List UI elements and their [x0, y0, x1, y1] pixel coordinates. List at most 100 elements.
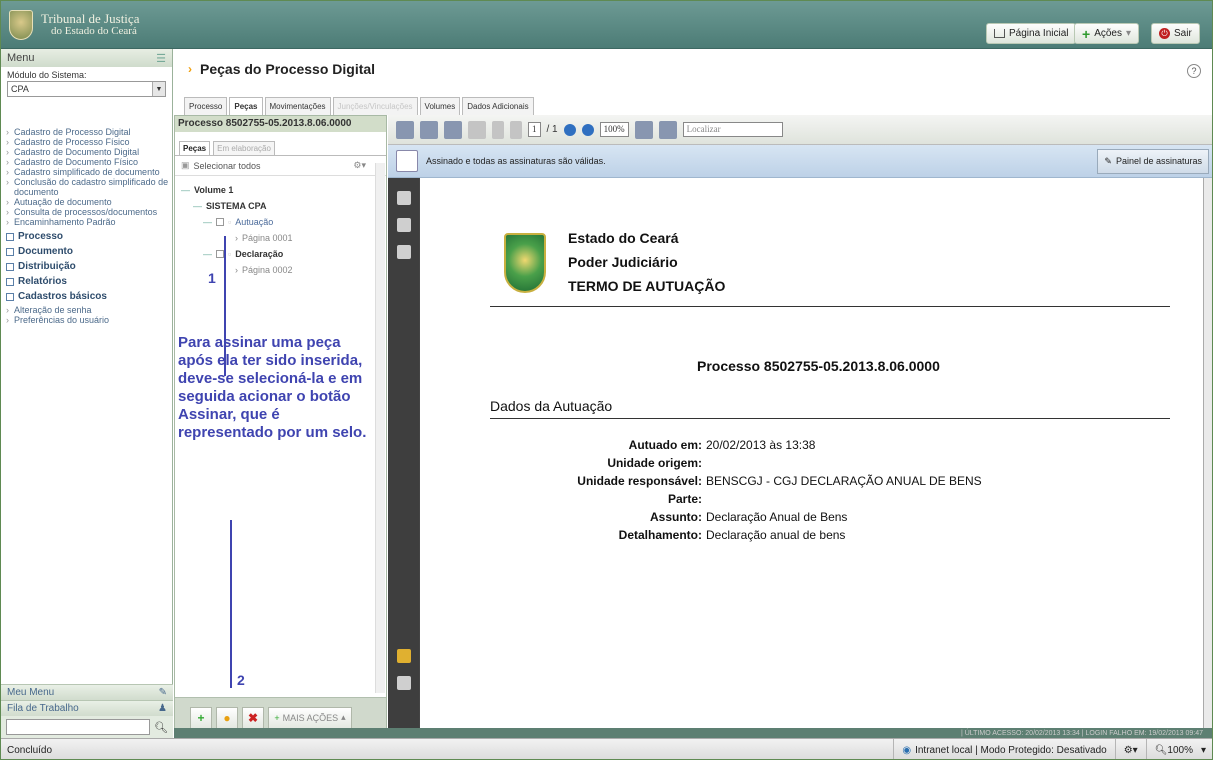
page-label: Página 0001 — [242, 233, 293, 243]
field-value: Declaração Anual de Bens — [706, 510, 848, 524]
signature-status: Assinado e todas as assinaturas são váli… — [426, 156, 606, 166]
ceara-crest-icon — [504, 233, 546, 293]
arrow-down-icon[interactable] — [510, 120, 522, 139]
comment-icon[interactable] — [396, 649, 411, 663]
sidebar-menu-header[interactable]: Menu ☰ — [1, 49, 172, 67]
sidebar-link[interactable]: Autuação de documento — [6, 197, 172, 207]
menu-label: Menu — [7, 52, 35, 64]
tree-doc-declaracao[interactable]: — ▫ Declaração — [181, 246, 380, 262]
sign-button[interactable]: ● — [216, 706, 238, 729]
square-icon — [6, 247, 14, 256]
my-menu-bar[interactable]: Meu Menu ✎ — [1, 684, 173, 700]
signature-panel-button[interactable]: ✎ Painel de assinaturas — [1097, 148, 1209, 174]
field-label: Unidade responsável: — [577, 474, 702, 488]
doc-icon: ▫ — [228, 249, 232, 259]
tab-pecas-list[interactable]: Peças — [179, 141, 211, 155]
field-row: Unidade responsável: BENSCGJ - CGJ DECLAR… — [490, 474, 990, 491]
work-queue-bar[interactable]: Fila de Trabalho ♟ — [1, 700, 173, 716]
zoom-level[interactable]: 🔍︎ 100% ▾ — [1145, 739, 1212, 759]
sidebar-group-documento[interactable]: Documento — [6, 246, 172, 257]
zoom-select[interactable]: 100% — [599, 122, 629, 137]
module-select[interactable]: CPA ▼ — [7, 81, 166, 97]
status-tools[interactable]: ⚙▾ — [1114, 739, 1146, 759]
tree-page-0001[interactable]: › Página 0001 — [181, 230, 380, 246]
find-input[interactable]: Localizar — [682, 122, 783, 137]
tab-dados-adicionais[interactable]: Dados Adicionais — [462, 97, 534, 115]
sidebar-link[interactable]: Cadastro de Documento Digital — [6, 147, 172, 157]
seal-icon: ● — [223, 710, 231, 725]
tree-doc-autuacao[interactable]: — ▫ Autuação — [181, 214, 380, 230]
pdf-scrollbar[interactable] — [1203, 178, 1212, 738]
exit-button[interactable]: ⏻ Sair — [1151, 23, 1200, 44]
chevron-down-icon[interactable]: ▼ — [152, 82, 165, 96]
gear-icon[interactable]: ⚙▾ — [353, 160, 366, 171]
select-all-row[interactable]: ▣ Selecionar todos ⚙▾ — [175, 156, 386, 176]
tree-volume[interactable]: — Volume 1 — [181, 182, 380, 198]
sidebar-search: 🔍︎ — [1, 716, 173, 738]
attachment-icon[interactable] — [396, 676, 411, 690]
sidebar-group-distribuicao[interactable]: Distribuição — [6, 261, 172, 272]
security-zone[interactable]: ◉ Intranet local | Modo Protegido: Desati… — [893, 739, 1114, 759]
share-icon[interactable] — [444, 120, 462, 139]
tjce-logo[interactable]: Tribunal de Justiça do Estado do Ceará — [9, 7, 174, 43]
tab-movimentacoes[interactable]: Movimentações — [264, 97, 331, 115]
module-label: Módulo do Sistema: — [7, 70, 87, 80]
sidebar-link[interactable]: Consulta de processos/documentos — [6, 207, 172, 217]
sidebar-link[interactable]: Cadastro de Processo Físico — [6, 137, 172, 147]
collapse-icon[interactable]: — — [181, 185, 190, 195]
checkbox[interactable] — [216, 250, 224, 258]
group-label: Cadastros básicos — [18, 291, 107, 302]
globe-icon: ◉ — [902, 744, 912, 756]
more-actions-button[interactable]: + MAIS AÇÕES ▴ — [268, 706, 352, 729]
binoculars-icon[interactable] — [396, 218, 411, 232]
sidebar-link[interactable]: Cadastro simplificado de documento — [6, 167, 172, 177]
collapse-icon[interactable]: — — [203, 217, 212, 227]
save-icon[interactable] — [420, 120, 438, 139]
page-title: › Peças do Processo Digital — [174, 49, 1212, 89]
pages-icon[interactable] — [396, 191, 411, 205]
field-row: Parte: — [490, 492, 990, 509]
home-button[interactable]: Página Inicial — [986, 23, 1077, 44]
page-input[interactable]: 1 — [528, 122, 541, 137]
tab-volumes[interactable]: Volumes — [419, 97, 461, 115]
delete-button[interactable]: ✖ — [242, 706, 264, 729]
zoom-out-icon[interactable] — [563, 123, 576, 136]
signature-panel-icon[interactable] — [396, 245, 411, 259]
arrow-up-icon[interactable] — [492, 120, 504, 139]
print-icon[interactable] — [396, 120, 414, 139]
square-icon — [6, 232, 14, 241]
sidebar-link[interactable]: Alteração de senha — [6, 305, 172, 315]
checkbox[interactable] — [216, 218, 224, 226]
zoom-in-icon[interactable] — [581, 123, 594, 136]
collapse-icon[interactable]: — — [193, 201, 202, 211]
fit-width-icon[interactable] — [658, 120, 677, 139]
chevron-down-icon: ▾ — [1200, 744, 1206, 756]
sidebar: Menu ☰ Módulo do Sistema: CPA ▼ Cadastro… — [1, 49, 173, 738]
field-value: BENSCGJ - CGJ DECLARAÇÃO ANUAL DE BENS — [706, 474, 982, 488]
tree-system[interactable]: — SISTEMA CPA — [181, 198, 380, 214]
access-bar: | ÚLTIMO ACESSO: 20/02/2013 13:34 | LOGI… — [174, 728, 1212, 738]
fit-page-icon[interactable] — [634, 120, 653, 139]
sidebar-link[interactable]: Conclusão do cadastro simplificado de do… — [6, 177, 172, 197]
sidebar-link[interactable]: Cadastro de Processo Digital — [6, 127, 172, 137]
collapse-icon[interactable]: — — [203, 249, 212, 259]
search-icon[interactable]: 🔍︎ — [154, 721, 168, 734]
tab-pecas[interactable]: Peças — [229, 97, 263, 115]
sidebar-group-processo[interactable]: Processo — [6, 231, 172, 242]
main-panel: › Peças do Processo Digital ? Processo P… — [174, 49, 1212, 738]
sidebar-group-relatorios[interactable]: Relatórios — [6, 276, 172, 287]
search-input[interactable] — [6, 719, 151, 735]
add-piece-button[interactable]: + — [190, 706, 212, 729]
pdf-viewer: 1 / 1 100% Localizar Assinado e todas as… — [388, 115, 1212, 738]
sidebar-link[interactable]: Encaminhamento Padrão — [6, 217, 172, 227]
help-icon[interactable]: ? — [1187, 64, 1201, 78]
actions-button[interactable]: + Ações ▾ — [1074, 23, 1140, 44]
menu-toggle-icon[interactable]: ☰ — [156, 52, 166, 65]
zone-label: Intranet local | Modo Protegido: Desativ… — [915, 744, 1107, 756]
sidebar-link[interactable]: Preferências do usuário — [6, 315, 172, 325]
sidebar-link[interactable]: Cadastro de Documento Físico — [6, 157, 172, 167]
sidebar-group-cadastros[interactable]: Cadastros básicos — [6, 291, 172, 302]
top-header: Tribunal de Justiça do Estado do Ceará P… — [1, 1, 1212, 49]
tab-em-elaboracao[interactable]: Em elaboração — [213, 141, 275, 155]
tab-processo[interactable]: Processo — [184, 97, 228, 115]
